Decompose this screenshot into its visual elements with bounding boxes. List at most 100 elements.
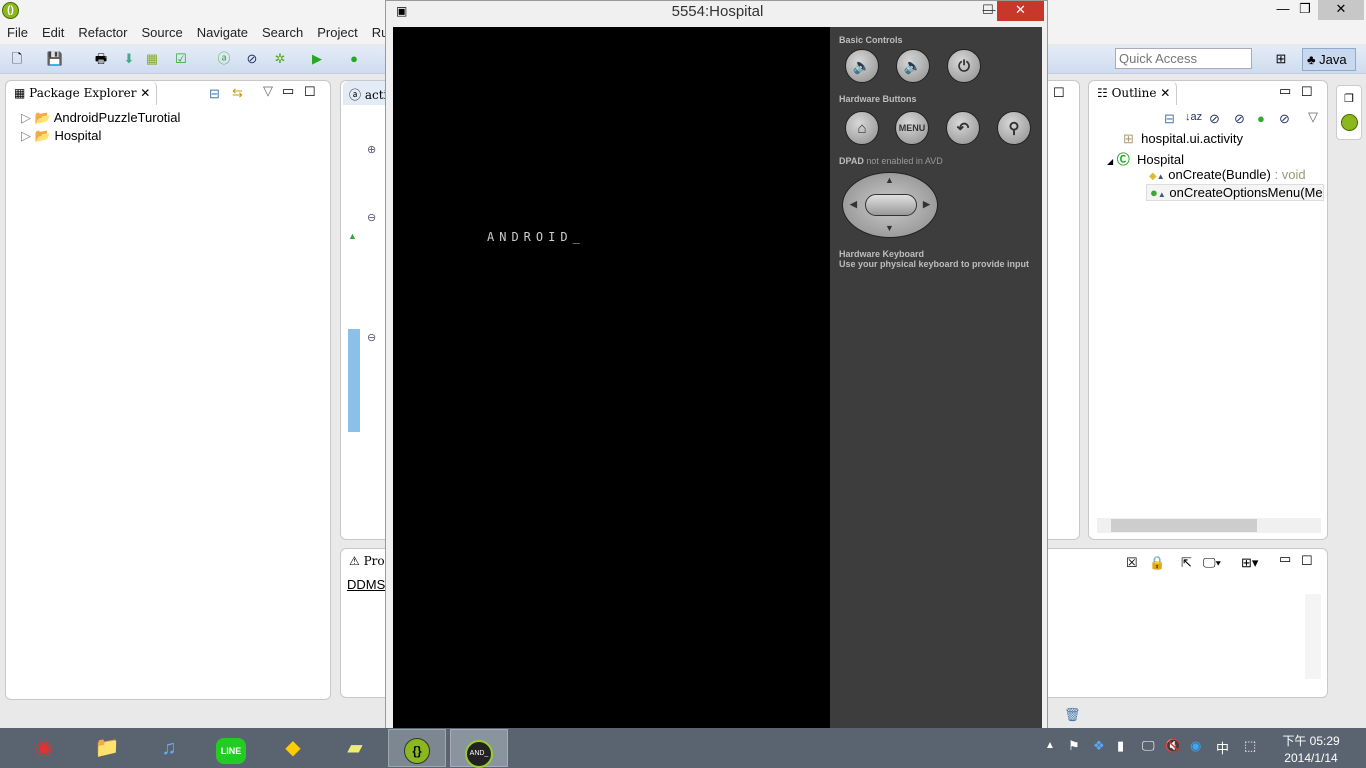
dpad-left-icon[interactable]: ◀ <box>850 199 857 210</box>
java-perspective-button[interactable]: ♣ Java <box>1302 48 1356 71</box>
debug-icon[interactable]: ✲ <box>271 50 289 68</box>
collapse-all-icon[interactable]: ⊟ <box>209 86 220 102</box>
vertical-scrollbar[interactable] <box>1305 594 1321 679</box>
fold-icon[interactable]: ⊕ <box>367 143 376 156</box>
restore-icon[interactable]: ❐ <box>1344 92 1354 105</box>
maximize-icon[interactable]: ☐ <box>1301 84 1313 100</box>
tab-package-explorer[interactable]: ▦ Package Explorer ✕ <box>8 81 158 105</box>
hide-fields-icon[interactable]: ⊘ <box>1209 111 1220 127</box>
info-app-icon[interactable]: ◉ <box>1190 738 1201 754</box>
view-menu-icon[interactable]: ▽ <box>263 83 273 99</box>
package-explorer-panel: ▦ Package Explorer ✕ ⊟ ⇆ ▽ ▭ ☐ ▷ 📂 Andro… <box>5 80 331 700</box>
ddms-perspective-icon[interactable] <box>1341 114 1358 131</box>
fold-icon[interactable]: ⊖ <box>367 331 376 344</box>
override-marker-icon: ▲ <box>348 231 357 241</box>
scroll-lock-icon[interactable]: 🔒 <box>1149 555 1165 571</box>
taskbar-emulator-icon[interactable]: AND_ <box>465 740 493 768</box>
maximize-icon[interactable]: ☐ <box>304 84 316 100</box>
maximize-icon[interactable]: ☐ <box>1301 553 1313 569</box>
sort-icon[interactable]: ↓az <box>1185 111 1202 123</box>
open-console-icon[interactable]: ⊞▾ <box>1241 555 1258 571</box>
search-button[interactable]: ⚲ <box>997 111 1031 145</box>
volume-down-button[interactable]: 🔈 <box>845 49 879 83</box>
print-icon[interactable]: 🖶 <box>92 50 110 68</box>
taskbar-chrome-icon[interactable]: ◉ <box>15 729 73 767</box>
taskbar-line-icon[interactable]: LINE <box>216 738 246 764</box>
emulator-controls-panel: Basic Controls 🔈 🔊 ⏻ Hardware Buttons ⌂ … <box>830 27 1042 729</box>
view-menu-icon[interactable]: ▽ <box>1308 109 1318 125</box>
emulator-close-button[interactable]: ✕ <box>997 1 1044 21</box>
outline-item-selected[interactable]: ●▲ onCreateOptionsMenu(Me <box>1146 184 1324 201</box>
minimize-icon[interactable]: ▭ <box>282 83 294 99</box>
sdk-manager-icon[interactable]: ⬇ <box>120 50 138 68</box>
dropbox-icon[interactable]: ❖ <box>1093 738 1105 754</box>
hide-static-icon[interactable]: ⊘ <box>1234 111 1245 127</box>
hide-local-types-icon[interactable]: ⊘ <box>1279 111 1290 127</box>
emulator-maximize-button[interactable]: ☐ <box>978 1 998 21</box>
taskbar-eclipse-icon[interactable]: {} <box>404 738 430 764</box>
network-icon[interactable]: 🖵 <box>1142 738 1155 754</box>
tab-outline[interactable]: ☷ Outline ✕ <box>1091 81 1178 105</box>
show-hidden-icons[interactable]: ▲ <box>1045 740 1055 751</box>
dpad-center-button[interactable] <box>865 194 917 216</box>
new-android-class-icon[interactable]: ⓐ <box>215 50 233 68</box>
new-icon[interactable]: 🗋 <box>8 50 26 68</box>
dpad-label: DPAD <box>839 156 864 166</box>
fold-icon[interactable]: ⊖ <box>367 211 376 224</box>
quick-access-input[interactable] <box>1115 48 1252 69</box>
volume-muted-icon[interactable]: 🔇 <box>1165 738 1181 754</box>
dpad-up-icon[interactable]: ▲ <box>885 175 894 185</box>
menu-file[interactable]: File <box>0 22 35 44</box>
display-console-icon[interactable]: 🖵▾ <box>1203 555 1221 571</box>
volume-up-button[interactable]: 🔊 <box>896 49 930 83</box>
eclipse-close-button[interactable]: ✕ <box>1318 0 1364 20</box>
emulator-screen[interactable]: ANDROID_ <box>393 27 830 729</box>
horizontal-scrollbar[interactable] <box>1097 518 1321 533</box>
skip-breakpoints-icon[interactable]: ⊘ <box>243 50 261 68</box>
minimize-icon[interactable]: ▭ <box>1279 551 1291 567</box>
dpad-right-icon[interactable]: ▶ <box>923 199 930 210</box>
menu-edit[interactable]: Edit <box>35 22 71 44</box>
save-icon[interactable]: 💾 <box>46 50 64 68</box>
trash-icon[interactable]: 🗑 <box>1064 707 1081 723</box>
menu-search[interactable]: Search <box>255 22 310 44</box>
power-icon[interactable]: ▮ <box>1117 738 1124 754</box>
menu-button[interactable]: MENU <box>895 111 929 145</box>
clear-console-icon[interactable]: ☒ <box>1126 555 1138 571</box>
outline-item[interactable]: ⊞ hospital.ui.activity <box>1123 131 1243 147</box>
pin-console-icon[interactable]: ⇱ <box>1181 555 1192 571</box>
clock[interactable]: 下午 05:29 2014/1/14 <box>1278 732 1344 765</box>
back-button[interactable]: ↶ <box>946 111 980 145</box>
outline-return-type: : void <box>1270 167 1306 182</box>
external-tools-icon[interactable]: ● <box>345 50 363 68</box>
ime-mode-icon[interactable]: ⬚ <box>1244 738 1256 754</box>
menu-source[interactable]: Source <box>135 22 190 44</box>
tree-item-project[interactable]: ▷ 📂 AndroidPuzzleTurotial <box>21 110 180 126</box>
link-editor-icon[interactable]: ⇆ <box>232 85 243 101</box>
menu-navigate[interactable]: Navigate <box>190 22 255 44</box>
dpad-down-icon[interactable]: ▼ <box>885 223 894 233</box>
lint-check-icon[interactable]: ☑ <box>172 50 190 68</box>
outline-item[interactable]: ◆▲ onCreate(Bundle) : void <box>1149 167 1306 182</box>
power-button[interactable]: ⏻ <box>947 49 981 83</box>
taskbar-yellow-app-icon[interactable]: ◆ <box>264 729 322 767</box>
home-button[interactable]: ⌂ <box>845 111 879 145</box>
taskbar-itunes-icon[interactable]: ♫ <box>140 729 198 767</box>
action-center-icon[interactable]: ⚑ <box>1068 738 1080 754</box>
tree-item-project[interactable]: ▷ 📂 Hospital <box>21 128 101 144</box>
ime-indicator[interactable]: 中 <box>1216 738 1229 757</box>
avd-manager-icon[interactable]: ▦ <box>143 50 161 68</box>
run-icon[interactable]: ▶ <box>308 50 326 68</box>
minimize-icon[interactable]: ▭ <box>1279 83 1291 99</box>
hide-nonpublic-icon[interactable]: ● <box>1257 111 1265 126</box>
maximize-icon[interactable]: ☐ <box>1053 85 1065 101</box>
collapse-all-icon[interactable]: ⊟ <box>1164 111 1175 127</box>
menu-refactor[interactable]: Refactor <box>71 22 134 44</box>
menu-project[interactable]: Project <box>310 22 364 44</box>
outline-title: Outline <box>1111 86 1157 100</box>
package-explorer-title: Package Explorer <box>29 86 137 100</box>
open-perspective-icon[interactable]: ⊞ <box>1272 50 1290 68</box>
outline-item[interactable]: ◢ Ⓒ Hospital <box>1107 149 1184 168</box>
taskbar-file-explorer-icon[interactable]: 📁 <box>78 729 136 767</box>
taskbar-sticky-notes-icon[interactable]: ▰ <box>326 729 384 767</box>
